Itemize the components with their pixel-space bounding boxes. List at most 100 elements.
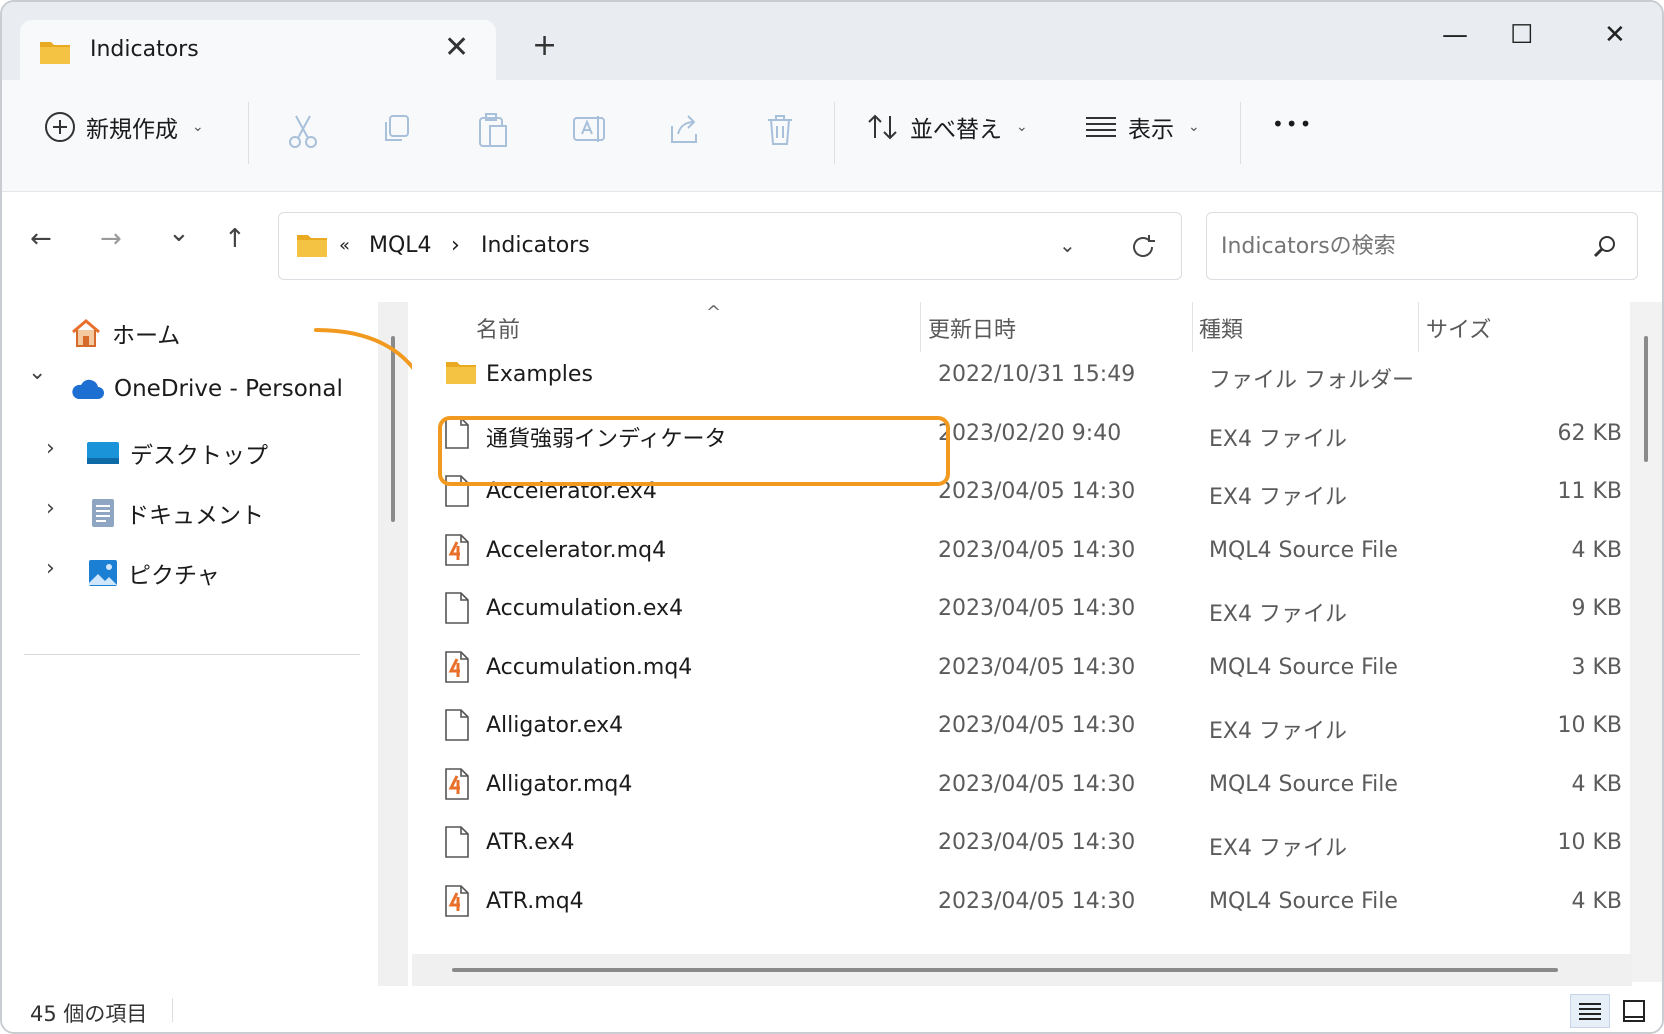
file-size: 10 KB (1557, 713, 1622, 738)
view-button-label: 表示 (1128, 117, 1174, 143)
paste-icon[interactable] (476, 112, 510, 150)
file-name: ATR.ex4 (486, 830, 575, 855)
chevron-down-icon: ⌄ (1016, 119, 1028, 135)
address-history-chevron-icon[interactable]: ⌄ (1059, 233, 1076, 257)
file-date: 2023/04/05 14:30 (938, 479, 1136, 504)
file-row[interactable]: Accelerator.mq4 2023/04/05 14:30 MQL4 Sour… (422, 520, 1632, 582)
chevron-down-icon: ⌄ (1188, 119, 1200, 135)
chevron-right-icon[interactable]: › (46, 436, 55, 461)
file-row[interactable]: Examples 2022/10/31 15:49 ファイル フォルダー (422, 344, 1632, 406)
file-icon (444, 592, 470, 628)
close-window-button[interactable]: ✕ (1604, 20, 1626, 50)
rename-icon[interactable] (572, 112, 608, 146)
mq4-file-icon (444, 884, 470, 921)
folder-icon (40, 42, 70, 64)
new-button-label: 新規作成 (86, 117, 178, 143)
mq4-file-icon (444, 767, 470, 804)
view-button[interactable]: 表示 ⌄ (1084, 110, 1200, 144)
copy-icon[interactable] (380, 112, 414, 146)
close-tab-icon[interactable]: ✕ (444, 30, 469, 65)
nav-item-documents[interactable]: ドキュメント (90, 496, 264, 530)
file-date: 2023/04/05 14:30 (938, 713, 1136, 738)
mq4-file-icon (444, 533, 470, 570)
chevron-down-icon[interactable]: ⌄ (28, 360, 46, 385)
search-icon[interactable] (1591, 233, 1619, 261)
file-size: 9 KB (1571, 596, 1622, 621)
file-name: Accelerator.ex4 (486, 479, 657, 504)
breadcrumb-overflow[interactable]: « (339, 235, 350, 256)
share-icon[interactable] (668, 112, 702, 146)
new-button[interactable]: 新規作成 ⌄ (44, 110, 204, 144)
search-box[interactable] (1206, 212, 1638, 280)
file-type: EX4 ファイル (1209, 719, 1347, 744)
file-row[interactable]: Alligator.mq4 2023/04/05 14:30 MQL4 Source… (422, 754, 1632, 816)
delete-icon[interactable] (764, 112, 796, 148)
file-name: Accumulation.mq4 (486, 654, 693, 680)
chevron-right-icon[interactable]: › (46, 556, 55, 581)
cut-icon[interactable] (286, 112, 320, 150)
file-row[interactable]: Accelerator.ex4 2023/04/05 14:30 EX4 ファイル 1… (422, 461, 1632, 523)
nav-item-pictures[interactable]: ピクチャ (88, 556, 220, 590)
horizontal-scrollbar[interactable] (412, 954, 1632, 986)
nav-item-home[interactable]: ホーム (70, 316, 180, 350)
vertical-scrollbar[interactable] (1630, 302, 1662, 982)
file-type: MQL4 Source File (1209, 537, 1398, 563)
minimize-button[interactable]: — (1442, 20, 1468, 50)
column-header-size[interactable]: サイズ (1426, 312, 1491, 344)
file-size: 4 KB (1571, 771, 1622, 797)
file-row[interactable]: Alligator.ex4 2023/04/05 14:30 EX4 ファイル 10 … (422, 695, 1632, 757)
file-date: 2023/04/05 14:30 (938, 537, 1136, 563)
file-row[interactable]: ATR.ex4 2023/04/05 14:30 EX4 ファイル 10 KB (422, 812, 1632, 874)
up-button[interactable]: ↑ (224, 224, 246, 254)
more-options-button[interactable]: ••• (1272, 112, 1313, 136)
vertical-scrollbar-thumb[interactable] (1644, 336, 1648, 462)
new-tab-button[interactable]: + (532, 28, 557, 63)
nav-item-desktop[interactable]: デスクトップ (86, 436, 268, 470)
breadcrumb-indicators[interactable]: Indicators (481, 233, 590, 258)
column-header-date[interactable]: 更新日時 (928, 312, 1016, 344)
command-separator (248, 102, 249, 164)
tab-indicators[interactable]: Indicators ✕ (20, 20, 496, 82)
back-button[interactable]: ← (30, 224, 52, 254)
breadcrumb-separator[interactable]: › (451, 233, 460, 258)
file-row[interactable]: Accumulation.ex4 2023/04/05 14:30 EX4 ファイル… (422, 578, 1632, 640)
column-header-name[interactable]: 名前 (476, 312, 520, 344)
column-header-type[interactable]: 種類 (1199, 312, 1243, 344)
file-type: EX4 ファイル (1209, 485, 1347, 510)
large-icons-view-button[interactable] (1614, 994, 1654, 1028)
maximize-button[interactable]: ☐ (1510, 20, 1533, 50)
refresh-icon[interactable] (1129, 233, 1157, 261)
file-date: 2023/04/05 14:30 (938, 654, 1136, 680)
file-row[interactable]: ATR.mq4 2023/04/05 14:30 MQL4 Source File 4… (422, 871, 1632, 933)
chevron-right-icon[interactable]: › (46, 496, 55, 521)
document-icon (92, 499, 114, 527)
breadcrumb-mql4[interactable]: MQL4 (369, 233, 432, 258)
details-view-icon (1579, 1003, 1601, 1020)
sort-button[interactable]: 並べ替え ⌄ (866, 110, 1028, 144)
command-separator (834, 102, 835, 164)
nav-item-label: ホーム (112, 323, 181, 349)
forward-button[interactable]: → (100, 224, 122, 254)
file-size: 10 KB (1557, 830, 1622, 855)
folder-icon (297, 235, 327, 257)
command-separator (1240, 102, 1241, 164)
file-explorer-window: Indicators ✕ + — ☐ ✕ 新規作成 ⌄ 並べ替え ⌄ 表示 ⌄ … (0, 0, 1664, 1034)
file-name: 通貨強弱インディケータ (486, 426, 727, 452)
file-type: MQL4 Source File (1209, 888, 1398, 914)
plus-circle-icon (45, 112, 75, 142)
file-name: Alligator.mq4 (486, 771, 633, 797)
details-view-button[interactable] (1570, 994, 1610, 1028)
chevron-down-icon: ⌄ (192, 119, 204, 135)
file-name: Accelerator.mq4 (486, 537, 667, 563)
search-input[interactable] (1221, 227, 1581, 265)
file-date: 2023/04/05 14:30 (938, 888, 1136, 914)
address-bar[interactable]: « MQL4 › Indicators ⌄ (278, 212, 1182, 280)
sort-button-label: 並べ替え (910, 117, 1002, 143)
file-row[interactable]: 通貨強弱インディケータ 2023/02/20 9:40 EX4 ファイル 62 KB (422, 403, 1632, 465)
file-row[interactable]: Accumulation.mq4 2023/04/05 14:30 MQL4 Sou… (422, 637, 1632, 699)
large-icons-view-icon (1623, 1000, 1645, 1022)
title-bar: Indicators ✕ + — ☐ ✕ (2, 2, 1662, 82)
recent-locations-button[interactable]: ⌄ (168, 218, 190, 248)
horizontal-scrollbar-thumb[interactable] (452, 968, 1558, 972)
nav-item-label: デスクトップ (130, 443, 268, 469)
